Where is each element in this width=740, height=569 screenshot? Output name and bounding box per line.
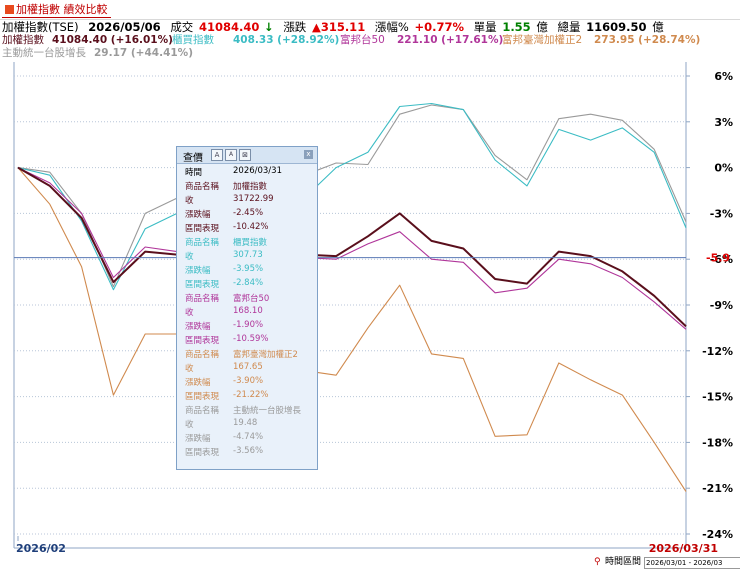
tooltip-row: 商品名稱 櫃買指數 [185, 236, 310, 249]
y-tick-label: -3% [710, 207, 733, 220]
tooltip-value: 2026/03/31 [233, 166, 282, 176]
tooltip-key: 漲跌幅 [185, 266, 211, 276]
tooltip-value: 櫃買指數 [233, 238, 268, 248]
y-tick-label: -18% [702, 436, 733, 449]
font-increase-icon[interactable]: A [211, 149, 223, 161]
series-line-5 [17, 104, 687, 288]
tooltip-row: 收 31722.99 [185, 194, 310, 207]
y-tick-label: -15% [702, 391, 733, 404]
x-end-label: 2026/03/31 [649, 542, 718, 555]
tooltip-value: -21.22% [233, 390, 269, 400]
tooltip-key: 漲跌幅 [185, 322, 211, 332]
tooltip-row: 區間表現 -3.56% [185, 446, 310, 459]
tooltip-row: 漲跌幅 -1.90% [185, 320, 310, 333]
tooltip-row: 區間表現 -21.22% [185, 390, 310, 403]
tooltip-value: -10.59% [233, 334, 269, 344]
tooltip-key: 區間表現 [185, 392, 220, 402]
tooltip-key: 收 [185, 364, 194, 374]
tooltip-value: 富邦台50 [233, 294, 270, 304]
performance-chart[interactable]: 6%3%0%-3%-6%-9%-12%-15%-18%-21%-24%-5.92… [0, 0, 740, 568]
tooltip-value: -3.90% [233, 376, 264, 386]
font-decrease-icon[interactable]: A [225, 149, 237, 161]
chart-axis: 6%3%0%-3%-6%-9%-12%-15%-18%-21%-24%-5.92… [14, 70, 733, 555]
tooltip-key: 收 [185, 196, 194, 206]
tooltip-key: 商品名稱 [185, 294, 220, 304]
y-tick-label: 0% [714, 162, 733, 175]
pin-icon[interactable]: ⊠ [239, 149, 251, 161]
tooltip-value: -3.95% [233, 264, 264, 274]
tooltip-value: -4.74% [233, 432, 264, 442]
crosshair-label: -5.9 [706, 252, 730, 265]
y-tick-label: -24% [702, 528, 733, 541]
tooltip-header: 查價 A A ⊠ x [177, 147, 317, 164]
tooltip-key: 收 [185, 308, 194, 318]
tooltip-key: 漲跌幅 [185, 378, 211, 388]
tooltip-row: 漲跌幅 -4.74% [185, 432, 310, 445]
tooltip-row: 收 167.65 [185, 362, 310, 375]
tooltip-value: 307.73 [233, 250, 263, 260]
tooltip-key: 區間表現 [185, 280, 220, 290]
tooltip-value: -2.84% [233, 278, 264, 288]
time-range-icon[interactable]: ⚲ [594, 556, 601, 568]
tooltip-value: -10.42% [233, 222, 269, 232]
tooltip-row: 時間 2026/03/31 [185, 166, 310, 179]
tooltip-row: 收 307.73 [185, 250, 310, 263]
tooltip-row: 收 19.48 [185, 418, 310, 431]
tooltip-key: 商品名稱 [185, 350, 220, 360]
quote-tooltip: 查價 A A ⊠ x 時間 2026/03/31 商品名稱 加權指數收 31722.99… [176, 146, 318, 470]
tooltip-row: 商品名稱 富邦台50 [185, 292, 310, 305]
time-range-bar: ⚲ 時間區間 2026/03/01 - 2026/03 [594, 556, 740, 569]
tooltip-row: 區間表現 -10.59% [185, 334, 310, 347]
tooltip-key: 區間表現 [185, 224, 220, 234]
time-range-input[interactable]: 2026/03/01 - 2026/03 [644, 557, 740, 569]
tooltip-value: 31722.99 [233, 194, 274, 204]
tooltip-key: 商品名稱 [185, 406, 220, 416]
chart-grid [13, 62, 687, 549]
time-range-label: 時間區間 [605, 557, 642, 567]
tooltip-value: -2.45% [233, 208, 264, 218]
tooltip-key: 時間 [185, 168, 203, 178]
series-line-1 [17, 166, 687, 328]
series-line-2 [17, 102, 687, 291]
series-line-3 [17, 167, 687, 330]
tooltip-key: 商品名稱 [185, 182, 220, 192]
y-tick-label: -9% [710, 299, 733, 312]
tooltip-row: 漲跌幅 -3.90% [185, 376, 310, 389]
y-tick-label: -12% [702, 345, 733, 358]
tooltip-row: 商品名稱 加權指數 [185, 180, 310, 193]
x-start-label: 2026/02 [16, 542, 66, 555]
tooltip-row: 漲跌幅 -3.95% [185, 264, 310, 277]
y-tick-label: 3% [714, 116, 733, 129]
tooltip-row: 區間表現 -10.42% [185, 222, 310, 235]
tooltip-key: 區間表現 [185, 336, 220, 346]
tooltip-value: 19.48 [233, 418, 258, 428]
series-line-4 [17, 167, 687, 492]
tooltip-value: 167.65 [233, 362, 263, 372]
chart-series [17, 102, 687, 492]
tooltip-key: 區間表現 [185, 448, 220, 458]
tooltip-key: 收 [185, 420, 194, 430]
tooltip-key: 漲跌幅 [185, 434, 211, 444]
tooltip-row: 漲跌幅 -2.45% [185, 208, 310, 221]
y-tick-label: 6% [714, 70, 733, 83]
tooltip-key: 商品名稱 [185, 238, 220, 248]
tooltip-value: -1.90% [233, 320, 264, 330]
tooltip-value: 加權指數 [233, 182, 268, 192]
y-tick-label: -21% [702, 482, 733, 495]
tooltip-key: 收 [185, 252, 194, 262]
tooltip-value: -3.56% [233, 446, 264, 456]
tooltip-row: 區間表現 -2.84% [185, 278, 310, 291]
tooltip-value: 168.10 [233, 306, 263, 316]
tooltip-title: 查價 [183, 153, 203, 164]
close-icon[interactable]: x [304, 150, 313, 159]
tooltip-value: 主動統一台股增長 [233, 406, 302, 416]
tooltip-row: 商品名稱 富邦臺灣加權正2 [185, 348, 310, 361]
tooltip-key: 漲跌幅 [185, 210, 211, 220]
tooltip-value: 富邦臺灣加權正2 [233, 350, 298, 360]
tooltip-row: 商品名稱 主動統一台股增長 [185, 404, 310, 417]
tooltip-row: 收 168.10 [185, 306, 310, 319]
